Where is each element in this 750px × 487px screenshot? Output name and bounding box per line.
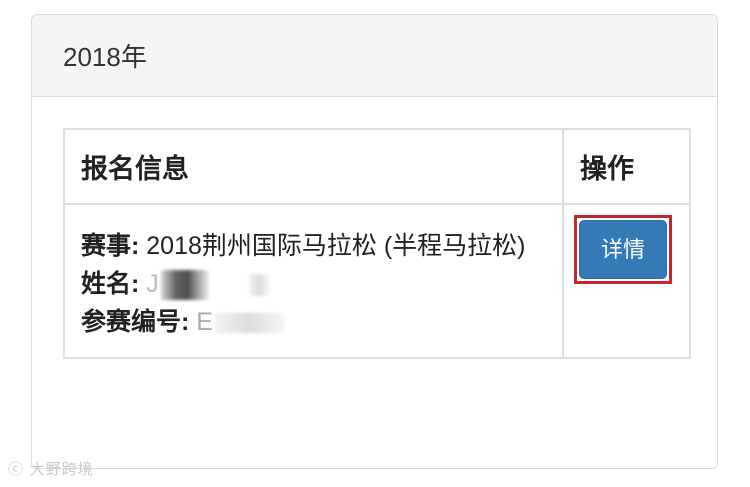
redacted-name-block-light xyxy=(248,274,269,297)
registration-table: 报名信息 操作 赛事: 2018荆州国际马拉松 (半程马拉松) 姓名: J 参赛… xyxy=(63,128,691,359)
registration-info-cell: 赛事: 2018荆州国际马拉松 (半程马拉松) 姓名: J 参赛编号: E xyxy=(63,203,564,359)
panel-title: 2018年 xyxy=(63,42,147,72)
watermark-logo-icon: ⓒ xyxy=(8,460,25,478)
event-value: 2018荆州国际马拉松 (半程马拉松) xyxy=(146,232,526,260)
name-line: 姓名: J xyxy=(81,265,546,303)
table-header-row: 报名信息 操作 xyxy=(63,128,691,205)
event-label: 赛事: xyxy=(81,232,140,260)
table-row: 赛事: 2018荆州国际马拉松 (半程马拉松) 姓名: J 参赛编号: E 详情 xyxy=(63,203,691,359)
registration-table-wrap: 报名信息 操作 赛事: 2018荆州国际马拉松 (半程马拉松) 姓名: J 参赛… xyxy=(63,128,691,359)
event-line: 赛事: 2018荆州国际马拉松 (半程马拉松) xyxy=(81,227,546,265)
bib-line: 参赛编号: E xyxy=(81,303,546,341)
name-label: 姓名: xyxy=(81,270,140,298)
redacted-name-block xyxy=(160,270,209,301)
bib-label: 参赛编号: xyxy=(81,308,190,336)
watermark: ⓒ 大野跨境 xyxy=(8,458,94,479)
action-cell: 详情 xyxy=(562,203,691,359)
details-button[interactable]: 详情 xyxy=(579,220,667,279)
header-operation: 操作 xyxy=(562,128,691,205)
header-registration-info: 报名信息 xyxy=(63,128,564,205)
name-value: J xyxy=(146,270,159,298)
watermark-text: 大野跨境 xyxy=(29,460,94,478)
panel-heading: 2018年 xyxy=(32,15,717,97)
highlight-frame: 详情 xyxy=(574,215,672,284)
bib-value: E xyxy=(196,308,213,336)
year-panel: 2018年 报名信息 操作 赛事: 2018荆州国际马拉松 (半程马拉松) 姓名… xyxy=(31,14,718,469)
redacted-bib-block xyxy=(214,313,285,334)
